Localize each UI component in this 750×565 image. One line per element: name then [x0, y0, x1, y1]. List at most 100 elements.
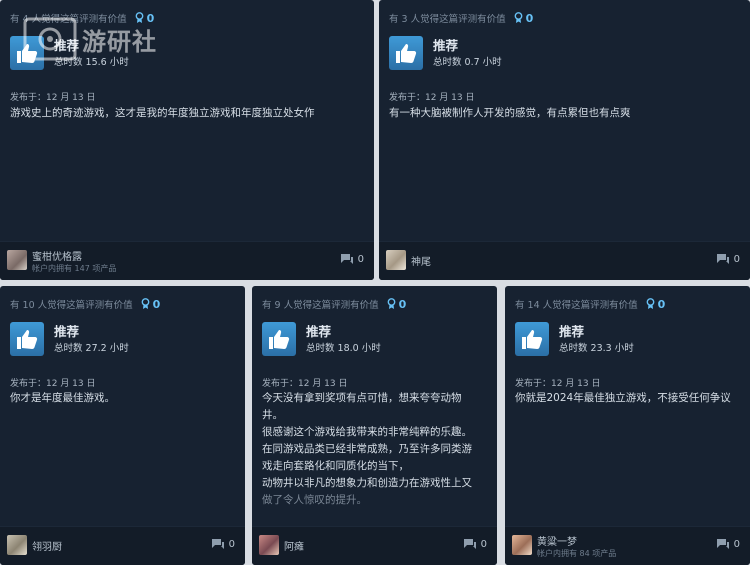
comments-button[interactable]: 0 — [463, 538, 487, 550]
recommendation-block: 推荐 总时数 23.3 小时 — [515, 322, 634, 356]
review-paragraph: 有一种大脑被制作人开发的感觉，有点累但也有点爽 — [389, 107, 631, 119]
review-card: 有 9 人觉得这篇评测有价值 0 推荐 总时数 18.0 小时 发布于：12 月… — [252, 286, 497, 565]
comments-button[interactable]: 0 — [716, 538, 740, 550]
review-paragraph: 你才是年度最佳游戏。 — [10, 392, 115, 404]
recommendation-label: 推荐 — [54, 38, 80, 53]
award-count: 0 — [152, 297, 161, 311]
comment-icon — [463, 539, 476, 549]
comment-count: 0 — [480, 538, 487, 550]
recommendation-block: 推荐 总时数 18.0 小时 — [262, 322, 381, 356]
helpful-count: 有 4 人觉得这篇评测有价值 0 — [10, 10, 154, 26]
award-button[interactable]: 0 — [646, 297, 666, 311]
posted-date: 发布于：12 月 13 日 — [389, 93, 475, 103]
review-card: 有 10 人觉得这篇评测有价值 0 推荐 总时数 27.2 小时 发布于：12 … — [0, 286, 245, 565]
comment-icon — [716, 539, 729, 549]
thumbs-up-icon — [10, 36, 44, 70]
award-icon — [141, 298, 150, 309]
comment-icon — [211, 539, 224, 549]
award-icon — [514, 12, 522, 23]
thumbs-up-icon — [389, 36, 423, 70]
review-card: 有 4 人觉得这篇评测有价值 0 推荐 总时数 15.6 小时 发布于：12 月… — [0, 0, 374, 280]
review-text: 游戏史上的奇迹游戏，这才是我的年度独立游戏和年度独立处女作 — [10, 105, 362, 122]
recommendation-block: 推荐 总时数 27.2 小时 — [10, 322, 129, 356]
hours-played: 总时数 18.0 小时 — [306, 343, 381, 354]
recommendation-label: 推荐 — [306, 324, 332, 339]
posted-date: 发布于：12 月 13 日 — [515, 379, 601, 389]
award-icon — [646, 298, 655, 309]
hours-played: 总时数 23.3 小时 — [559, 343, 634, 354]
avatar[interactable] — [7, 535, 27, 555]
award-count: 0 — [146, 11, 155, 25]
review-text: 你才是年度最佳游戏。 — [10, 390, 233, 407]
posted-date: 发布于：12 月 13 日 — [262, 379, 348, 389]
comment-count: 0 — [733, 253, 740, 265]
avatar[interactable] — [259, 535, 279, 555]
review-paragraph-faded: 做了令人惊叹的提升。 — [262, 494, 367, 506]
helpful-count: 有 9 人觉得这篇评测有价值 0 — [262, 296, 406, 312]
award-count: 0 — [525, 11, 534, 25]
comment-icon — [716, 254, 729, 264]
products-owned: 帐户内拥有 84 项产品 — [537, 549, 617, 558]
review-footer: 阿瘫 0 — [252, 526, 497, 565]
helpful-text: 有 14 人觉得这篇评测有价值 — [515, 300, 638, 311]
products-owned: 帐户内拥有 147 项产品 — [32, 264, 117, 273]
username[interactable]: 蜜柑优格露 — [32, 248, 82, 263]
comment-icon — [340, 254, 353, 264]
award-button[interactable]: 0 — [514, 11, 534, 25]
recommendation-label: 推荐 — [559, 324, 585, 339]
comment-count: 0 — [733, 538, 740, 550]
comments-button[interactable]: 0 — [211, 538, 235, 550]
review-paragraph: 很感谢这个游戏给我带来的非常纯粹的乐趣。 — [262, 426, 472, 438]
review-text: 有一种大脑被制作人开发的感觉，有点累但也有点爽 — [389, 105, 738, 122]
helpful-count: 有 3 人觉得这篇评测有价值 0 — [389, 10, 533, 26]
hours-played: 总时数 27.2 小时 — [54, 343, 129, 354]
review-card: 有 14 人觉得这篇评测有价值 0 推荐 总时数 23.3 小时 发布于：12 … — [505, 286, 750, 565]
avatar[interactable] — [386, 250, 406, 270]
comments-button[interactable]: 0 — [716, 253, 740, 265]
review-paragraph: 在同游戏品类已经非常成熟，乃至许多同类游戏走向套路化和同质化的当下， — [262, 443, 472, 472]
comment-count: 0 — [228, 538, 235, 550]
recommendation-label: 推荐 — [433, 38, 459, 53]
thumbs-up-icon — [515, 322, 549, 356]
recommendation-block: 推荐 总时数 15.6 小时 — [10, 36, 129, 70]
award-button[interactable]: 0 — [135, 11, 155, 25]
review-footer: 黄粱一梦 帐户内拥有 84 项产品 0 — [505, 526, 750, 565]
recommendation-block: 推荐 总时数 0.7 小时 — [389, 36, 502, 70]
award-count: 0 — [398, 297, 407, 311]
review-paragraph: 游戏史上的奇迹游戏，这才是我的年度独立游戏和年度独立处女作 — [10, 107, 315, 119]
hours-played: 总时数 0.7 小时 — [433, 57, 502, 68]
helpful-count: 有 10 人觉得这篇评测有价值 0 — [10, 296, 160, 312]
username[interactable]: 翎羽厨 — [32, 538, 62, 553]
recommendation-label: 推荐 — [54, 324, 80, 339]
username[interactable]: 神尾 — [411, 253, 431, 268]
thumbs-up-icon — [262, 322, 296, 356]
avatar[interactable] — [512, 535, 532, 555]
review-paragraph: 今天没有拿到奖项有点可惜，想来夸夸动物井。 — [262, 392, 462, 421]
review-text: 今天没有拿到奖项有点可惜，想来夸夸动物井。 很感谢这个游戏给我带来的非常纯粹的乐… — [262, 390, 481, 509]
thumbs-up-icon — [10, 322, 44, 356]
helpful-text: 有 9 人觉得这篇评测有价值 — [262, 300, 379, 311]
hours-played: 总时数 15.6 小时 — [54, 57, 129, 68]
review-card: 有 3 人觉得这篇评测有价值 0 推荐 总时数 0.7 小时 发布于：12 月 … — [379, 0, 750, 280]
review-text: 你就是2024年最佳独立游戏，不接受任何争议 — [515, 390, 736, 407]
posted-date: 发布于：12 月 13 日 — [10, 379, 96, 389]
award-button[interactable]: 0 — [387, 297, 407, 311]
username[interactable]: 阿瘫 — [284, 538, 304, 553]
award-icon — [135, 12, 143, 23]
review-footer: 蜜柑优格露 帐户内拥有 147 项产品 0 — [0, 241, 374, 280]
posted-date: 发布于：12 月 13 日 — [10, 93, 96, 103]
review-footer: 翎羽厨 0 — [0, 526, 245, 565]
helpful-count: 有 14 人觉得这篇评测有价值 0 — [515, 296, 665, 312]
helpful-text: 有 3 人觉得这篇评测有价值 — [389, 14, 506, 25]
comment-count: 0 — [357, 253, 364, 265]
award-icon — [387, 298, 395, 309]
comments-button[interactable]: 0 — [340, 253, 364, 265]
review-paragraph: 动物井以非凡的想象力和创造力在游戏性上又 — [262, 477, 472, 489]
avatar[interactable] — [7, 250, 27, 270]
award-count: 0 — [657, 297, 666, 311]
helpful-text: 有 4 人觉得这篇评测有价值 — [10, 14, 127, 25]
username[interactable]: 黄粱一梦 — [537, 533, 577, 548]
award-button[interactable]: 0 — [141, 297, 161, 311]
helpful-text: 有 10 人觉得这篇评测有价值 — [10, 300, 133, 311]
review-paragraph: 你就是2024年最佳独立游戏，不接受任何争议 — [515, 392, 731, 404]
